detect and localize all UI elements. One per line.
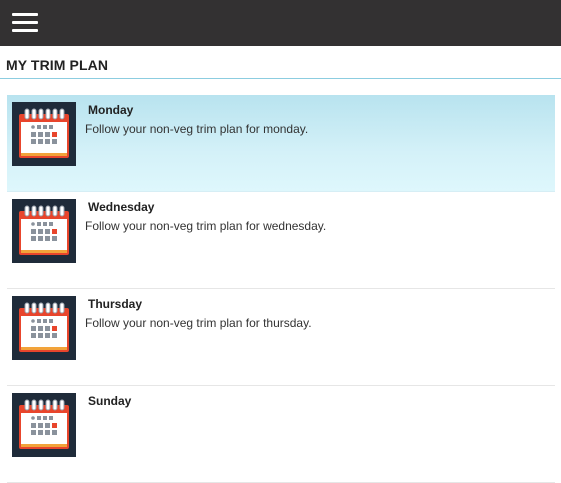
plan-description: Follow your non-veg trim plan for wednes… — [85, 219, 327, 233]
calendar-icon — [12, 393, 76, 457]
menu-bar — [12, 29, 38, 32]
plan-day-label: Thursday — [88, 297, 143, 311]
calendar-icon — [12, 102, 76, 166]
plan-description: Follow your non-veg trim plan for monday… — [85, 122, 309, 136]
title-divider — [0, 78, 561, 79]
menu-bar — [12, 21, 38, 24]
plan-day-label: Monday — [88, 103, 134, 117]
plan-item-wednesday[interactable]: Wednesday Follow your non-veg trim plan f… — [7, 192, 555, 289]
calendar-icon — [12, 296, 76, 360]
plan-list: Monday Follow your non-veg trim plan for … — [7, 95, 555, 483]
plan-day-label: Sunday — [88, 394, 132, 408]
plan-item-sunday[interactable]: Sunday — [7, 386, 555, 483]
app-header — [0, 0, 561, 46]
hamburger-menu-icon[interactable] — [12, 13, 38, 33]
plan-description: Follow your non-veg trim plan for thursd… — [85, 316, 312, 330]
calendar-icon — [12, 199, 76, 263]
plan-item-thursday[interactable]: Thursday Follow your non-veg trim plan fo… — [7, 289, 555, 386]
menu-bar — [12, 13, 38, 16]
page-title: MY TRIM PLAN — [6, 57, 109, 73]
plan-day-label: Wednesday — [88, 200, 155, 214]
plan-item-monday[interactable]: Monday Follow your non-veg trim plan for … — [7, 95, 555, 192]
